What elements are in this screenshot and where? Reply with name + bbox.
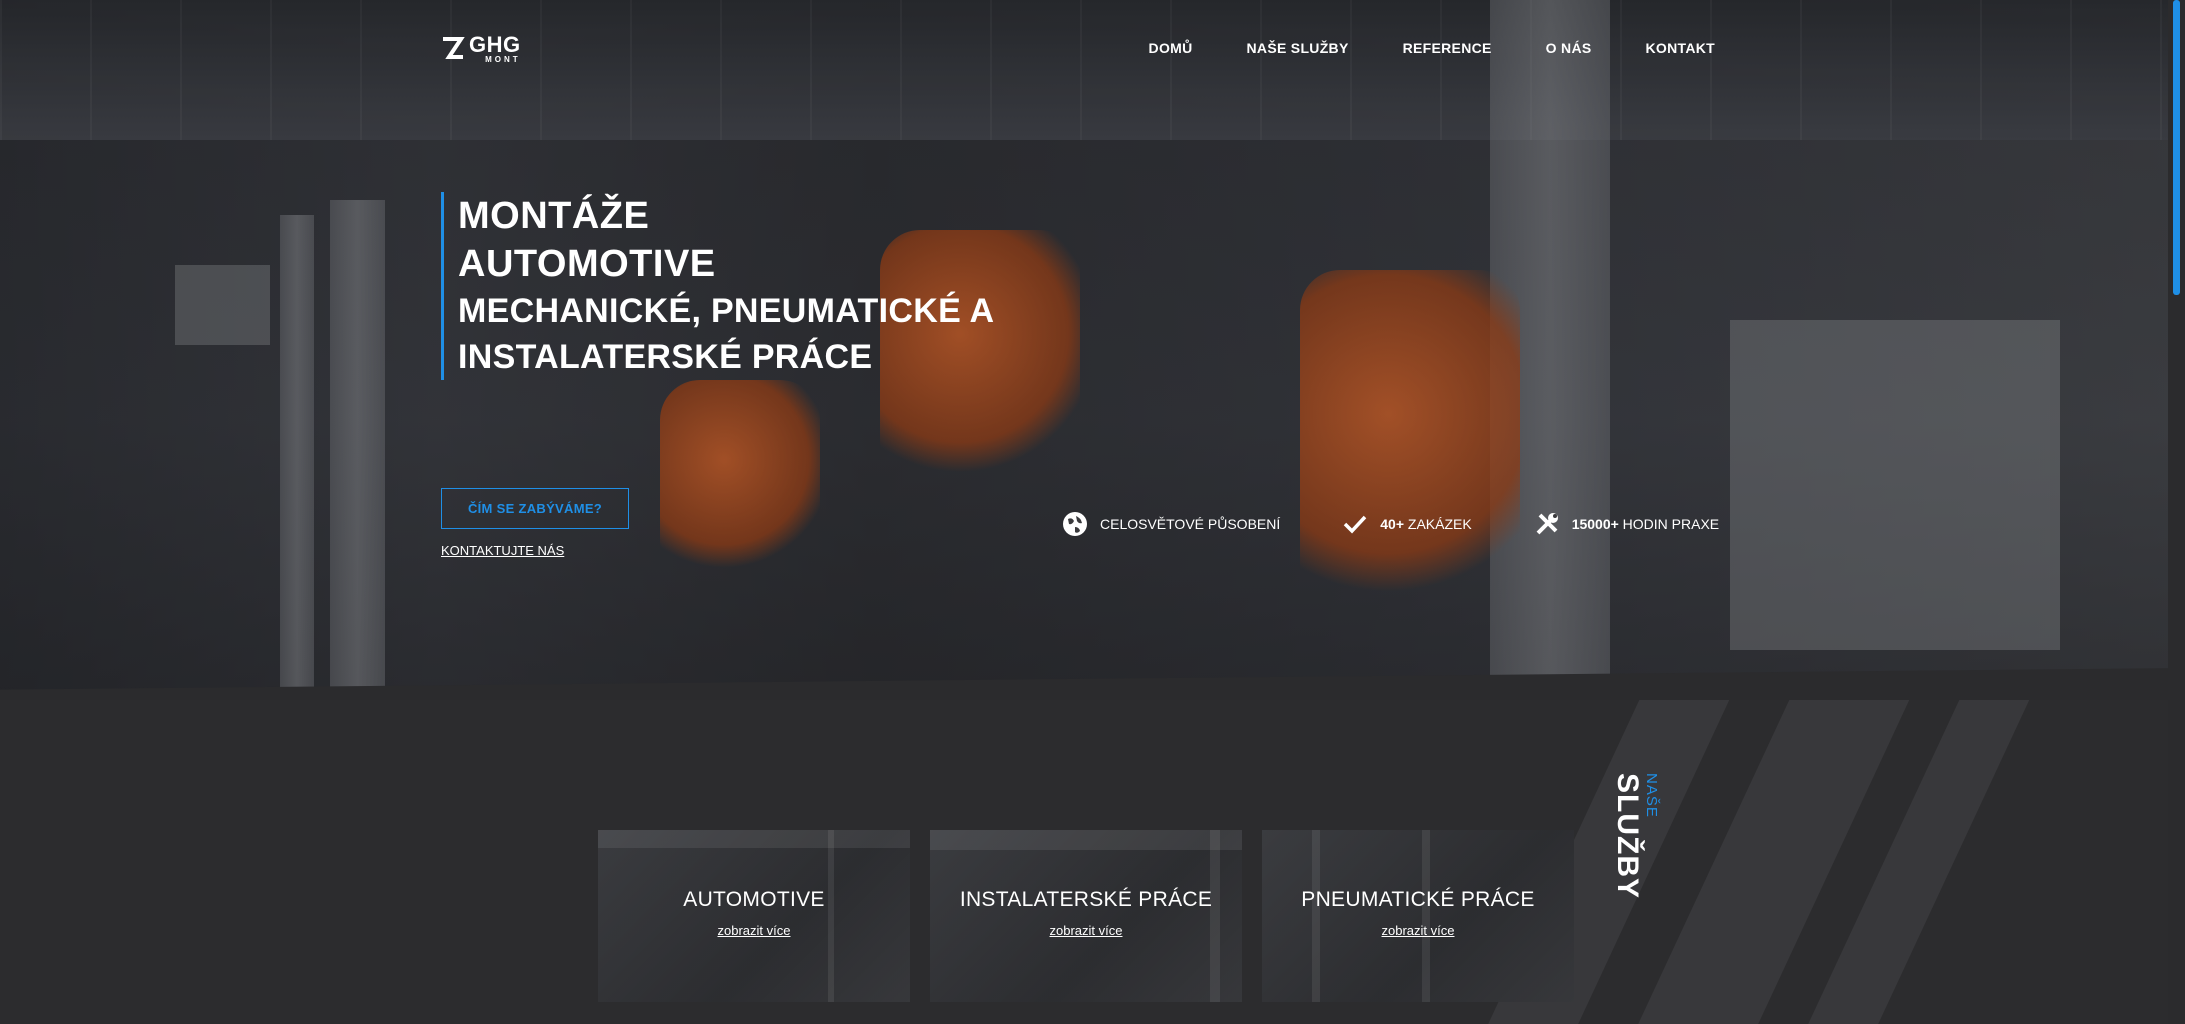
services-cards: AUTOMOTIVE zobrazit více INSTALATERSKÉ P… bbox=[598, 830, 1574, 1002]
service-card-title: INSTALATERSKÉ PRÁCE bbox=[959, 888, 1213, 911]
nav-home[interactable]: DOMŮ bbox=[1149, 40, 1193, 56]
service-card-title: AUTOMOTIVE bbox=[683, 888, 825, 911]
show-more-link[interactable]: zobrazit více bbox=[930, 923, 1242, 938]
nav-services[interactable]: NAŠE SLUŽBY bbox=[1247, 40, 1349, 56]
headline-line-3: MECHANICKÉ, PNEUMATICKÉ A INSTALATERSKÉ … bbox=[458, 292, 994, 376]
service-card-plumbing[interactable]: INSTALATERSKÉ PRÁCE zobrazit více bbox=[930, 830, 1242, 1002]
section-title-small: NAŠE bbox=[1643, 773, 1660, 818]
hero-background bbox=[0, 0, 2185, 700]
service-card-automotive[interactable]: AUTOMOTIVE zobrazit více bbox=[598, 830, 910, 1002]
section-title: SLUŽBY bbox=[1611, 773, 1644, 899]
card-image-detail bbox=[828, 830, 834, 1002]
what-we-do-button[interactable]: ČÍM SE ZABÝVÁME? bbox=[441, 488, 629, 529]
nav-references[interactable]: REFERENCE bbox=[1403, 40, 1492, 56]
check-icon bbox=[1342, 511, 1368, 537]
card-image-detail bbox=[598, 830, 910, 848]
logo-sub: MONT bbox=[485, 55, 521, 64]
show-more-link[interactable]: zobrazit více bbox=[598, 923, 910, 938]
hero-pillar bbox=[280, 215, 314, 695]
features-row: CELOSVĚTOVÉ PŮSOBENÍ 40+ ZAKÁZEK 15000+ … bbox=[1062, 511, 1719, 537]
hero-headline: MONTÁŽE AUTOMOTIVE MECHANICKÉ, PNEUMATIC… bbox=[441, 192, 998, 380]
headline-line-2: AUTOMOTIVE bbox=[458, 243, 716, 285]
logo-mark-icon bbox=[441, 35, 465, 63]
service-card-title: PNEUMATICKÉ PRÁCE bbox=[1301, 888, 1535, 911]
nav-about[interactable]: O NÁS bbox=[1546, 40, 1592, 56]
contact-us-link[interactable]: KONTAKTUJTE NÁS bbox=[441, 543, 564, 558]
feature-item: 40+ ZAKÁZEK bbox=[1342, 511, 1472, 537]
hero-panel bbox=[1730, 320, 2060, 650]
page-scrollbar[interactable] bbox=[2168, 0, 2185, 1024]
feature-item: CELOSVĚTOVÉ PŮSOBENÍ bbox=[1062, 511, 1280, 537]
feature-value: 40+ bbox=[1380, 516, 1404, 532]
robot-arm bbox=[660, 380, 820, 580]
headline-line-1: MONTÁŽE bbox=[458, 195, 650, 237]
robot-arm bbox=[1300, 270, 1520, 630]
feature-label: HODIN PRAXE bbox=[1618, 516, 1720, 532]
card-image-detail bbox=[1210, 830, 1220, 1002]
service-card-pneumatic[interactable]: PNEUMATICKÉ PRÁCE zobrazit více bbox=[1262, 830, 1574, 1002]
hero-pillar bbox=[330, 200, 385, 700]
feature-label: ZAKÁZEK bbox=[1404, 516, 1472, 532]
card-image-detail bbox=[1422, 830, 1430, 1002]
globe-icon bbox=[1062, 511, 1088, 537]
card-image-detail bbox=[930, 830, 1242, 850]
feature-item: 15000+ HODIN PRAXE bbox=[1534, 511, 1719, 537]
logo-name: GHG bbox=[469, 32, 521, 57]
nav-contact[interactable]: KONTAKT bbox=[1646, 40, 1716, 56]
show-more-link[interactable]: zobrazit více bbox=[1262, 923, 1574, 938]
feature-label: CELOSVĚTOVÉ PŮSOBENÍ bbox=[1100, 516, 1281, 532]
card-image-detail bbox=[1312, 830, 1320, 1002]
hero-ceiling bbox=[0, 0, 2185, 140]
hero-panel bbox=[175, 265, 270, 345]
feature-value: 15000+ bbox=[1571, 516, 1619, 532]
tools-icon bbox=[1534, 511, 1560, 537]
main-nav: DOMŮ NAŠE SLUŽBY REFERENCE O NÁS KONTAKT bbox=[1149, 40, 1715, 56]
logo[interactable]: GHG MONT bbox=[441, 34, 521, 64]
scrollbar-thumb[interactable] bbox=[2173, 0, 2180, 295]
